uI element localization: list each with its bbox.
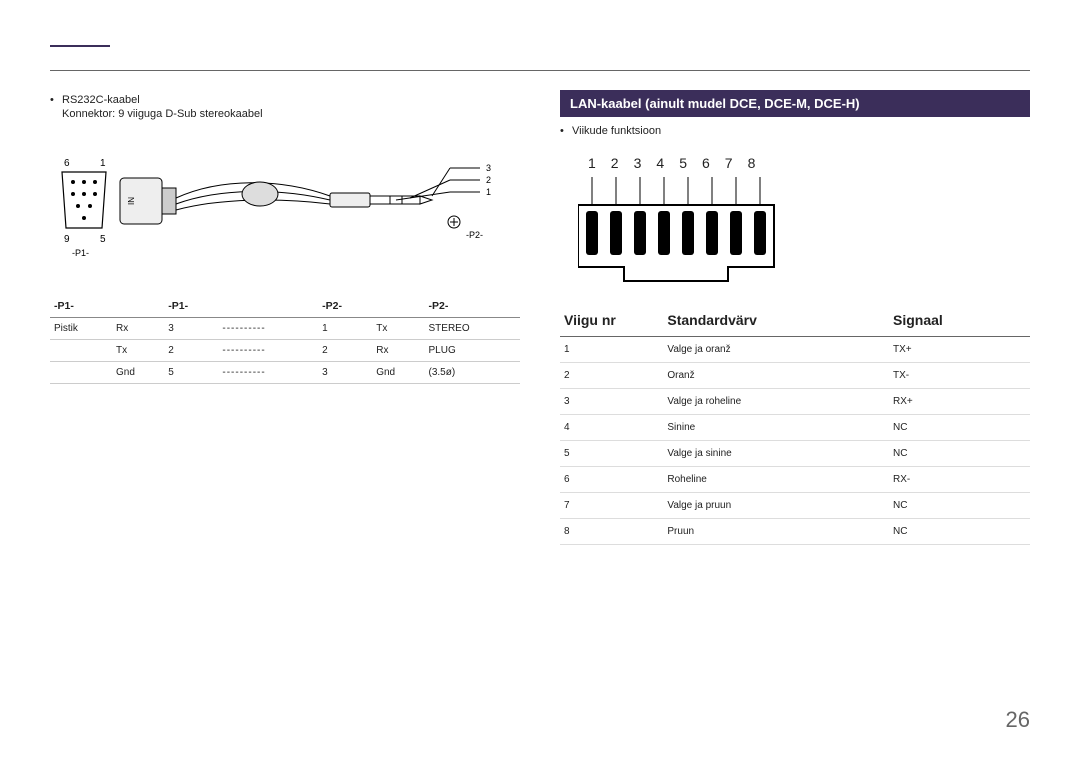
table-row: 3Valge ja rohelineRX+ [560, 389, 1030, 415]
lan-bullet: Viikude funktsioon [572, 125, 1030, 137]
lan-section-header: LAN-kaabel (ainult mudel DCE, DCE-M, DCE… [560, 90, 1030, 117]
rs232c-table-head: -P1- -P1- -P2- -P2- [50, 295, 520, 318]
table-row: PistikRx3 ----------1TxSTEREO [50, 318, 520, 340]
svg-text:2: 2 [486, 175, 491, 185]
pin-6: 6 [64, 158, 70, 169]
pin-5: 5 [100, 234, 106, 245]
left-column: RS232C-kaabel Konnektor: 9 viiguga D-Sub… [50, 90, 520, 545]
svg-text:3: 3 [486, 163, 491, 173]
table-row: 7Valge ja pruunNC [560, 493, 1030, 519]
table-row: 8PruunNC [560, 519, 1030, 545]
svg-text:1: 1 [486, 187, 491, 197]
rs232c-pin-table: -P1- -P1- -P2- -P2- PistikRx3 ----------… [50, 295, 520, 384]
pin-9: 9 [64, 234, 70, 245]
rj45-pin-numbers: 12 34 56 78 [588, 155, 1030, 171]
rs232c-diagram: 6 1 9 5 -P1- IN [50, 138, 520, 283]
p1-label: -P1- [72, 248, 89, 258]
rj45-diagram: 12 34 56 78 [560, 155, 1030, 292]
table-row: 2OranžTX- [560, 363, 1030, 389]
p2-label: -P2- [466, 230, 483, 240]
rs232c-sub: Konnektor: 9 viiguga D-Sub stereokaabel [62, 108, 520, 120]
table-row: 1Valge ja oranžTX+ [560, 337, 1030, 363]
table-row: Gnd5 ----------3Gnd(3.5ø) [50, 362, 520, 384]
header-rule [50, 70, 1030, 71]
header-accent [50, 45, 110, 47]
right-column: LAN-kaabel (ainult mudel DCE, DCE-M, DCE… [560, 90, 1030, 545]
table-row: 4SinineNC [560, 415, 1030, 441]
rs232c-bullet: RS232C-kaabel [62, 94, 520, 106]
table-row: 6RohelineRX- [560, 467, 1030, 493]
svg-text:IN: IN [127, 197, 136, 205]
pin-1: 1 [100, 158, 106, 169]
page-number: 26 [1006, 707, 1030, 733]
table-row: 5Valge ja sinineNC [560, 441, 1030, 467]
table-row: Tx2 ----------2RxPLUG [50, 340, 520, 362]
lan-pin-table: Viigu nr Standardvärv Signaal 1Valge ja … [560, 304, 1030, 545]
lan-table-head: Viigu nr Standardvärv Signaal [560, 304, 1030, 337]
